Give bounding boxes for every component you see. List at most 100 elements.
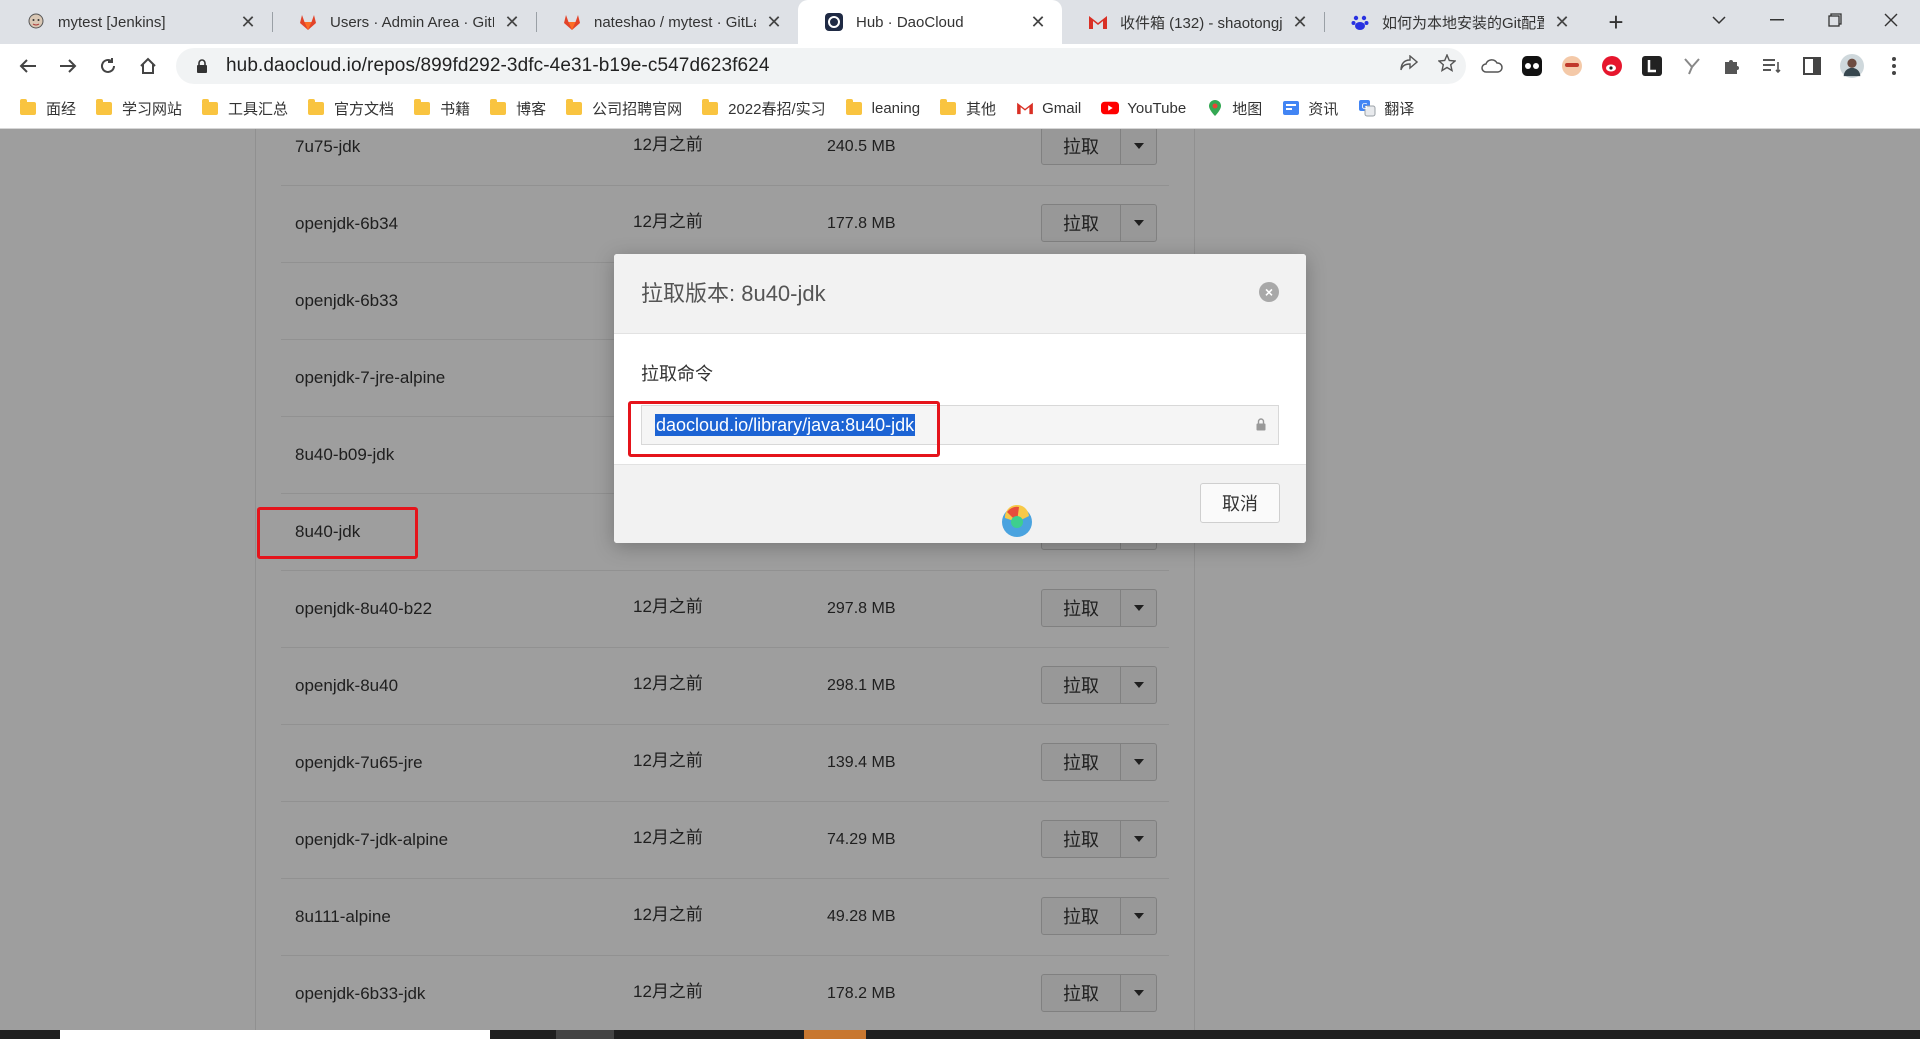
tab-jenkins[interactable]: mytest [Jenkins] ✕ xyxy=(0,0,272,44)
bookmark-label: 学习网站 xyxy=(122,100,183,118)
close-icon[interactable]: ✕ xyxy=(1290,12,1310,33)
restore-icon xyxy=(1828,13,1842,27)
plus-icon: + xyxy=(1608,6,1624,37)
arrow-left-icon xyxy=(19,59,36,73)
browser-toolbar: hub.daocloud.io/repos/899fd292-3dfc-4e31… xyxy=(0,44,1920,88)
tab-baidu[interactable]: 如何为本地安装的Git配置 ✕ xyxy=(1324,0,1586,44)
bookmarks-bar: 面经 学习网站 工具汇总 官方文档 书籍 博客 公司招聘官网 2022春招/实习 leaning… xyxy=(0,88,1920,129)
folder-icon xyxy=(940,98,957,115)
share-icon[interactable] xyxy=(1400,54,1419,77)
address-bar[interactable]: hub.daocloud.io/repos/899fd292-3dfc-4e31… xyxy=(176,48,1466,84)
bookmark-item[interactable]: 博客 xyxy=(490,98,546,119)
bookmark-label: 工具汇总 xyxy=(228,100,289,118)
bookmark-item[interactable]: 地图 xyxy=(1206,98,1262,119)
reload-button[interactable] xyxy=(92,50,124,82)
translate-icon: G xyxy=(1358,99,1376,117)
bookmark-item[interactable]: 面经 xyxy=(20,98,76,119)
bookmark-label: 地图 xyxy=(1232,100,1263,118)
folder-icon xyxy=(566,98,583,115)
tab-daocloud-hub[interactable]: Hub · DaoCloud ✕ xyxy=(798,0,1062,44)
baidu-icon xyxy=(1350,12,1370,32)
folder-icon xyxy=(20,98,36,115)
tab-title: 如何为本地安装的Git配置 xyxy=(1382,14,1544,32)
gmail-icon xyxy=(1016,99,1034,117)
lock-icon xyxy=(1256,418,1266,432)
url-text[interactable]: hub.daocloud.io/repos/899fd292-3dfc-4e31… xyxy=(226,55,770,77)
bookmark-item[interactable]: leaning xyxy=(845,98,920,117)
minimize-button[interactable] xyxy=(1748,0,1806,40)
extension-cloud-icon[interactable] xyxy=(1480,54,1504,78)
floating-assistant-icon[interactable] xyxy=(999,502,1035,538)
dialog-footer: 取消 xyxy=(614,464,1306,543)
taskbar-app[interactable] xyxy=(556,1030,614,1039)
extension-weibo-icon[interactable] xyxy=(1600,54,1624,78)
youtube-icon xyxy=(1101,99,1120,117)
bookmark-item[interactable]: G 翻译 xyxy=(1358,98,1414,119)
bookmark-label: 面经 xyxy=(46,100,77,118)
page-content: 7u75-jdk 12月之前 240.5 MB 拉取 openjdk-6b34 12月之前… xyxy=(0,129,1920,1030)
folder-icon xyxy=(202,98,219,115)
back-button[interactable] xyxy=(12,50,44,82)
close-icon[interactable]: ✕ xyxy=(238,12,258,33)
close-icon[interactable]: ✕ xyxy=(1028,12,1048,33)
tab-title: Users · Admin Area · GitLab xyxy=(330,13,494,31)
bookmark-item[interactable]: 书籍 xyxy=(414,98,470,119)
close-icon[interactable]: ✕ xyxy=(1552,12,1572,33)
taskbar xyxy=(0,1030,1920,1039)
highlight-box xyxy=(257,507,418,559)
gitlab-icon xyxy=(562,12,582,32)
folder-icon xyxy=(845,98,862,115)
tab-title: 收件箱 (132) - shaotongjie xyxy=(1120,14,1282,32)
new-tab-button[interactable]: + xyxy=(1596,0,1636,44)
bookmark-item[interactable]: YouTube xyxy=(1101,99,1186,117)
extension-mask-icon[interactable] xyxy=(1520,54,1544,78)
avatar[interactable] xyxy=(1840,54,1864,78)
bookmark-item[interactable]: 其他 xyxy=(940,98,996,119)
tab-gitlab-mytest[interactable]: nateshao / mytest · GitLab ✕ xyxy=(536,0,798,44)
tab-gitlab-users[interactable]: Users · Admin Area · GitLab ✕ xyxy=(272,0,536,44)
tab-gmail[interactable]: 收件箱 (132) - shaotongjie ✕ xyxy=(1062,0,1324,44)
bookmark-label: Gmail xyxy=(1042,99,1082,117)
taskbar-search-box[interactable] xyxy=(60,1030,490,1039)
bookmark-item[interactable]: 学习网站 xyxy=(96,98,182,119)
gitlab-icon xyxy=(298,12,318,32)
close-icon[interactable]: ✕ xyxy=(764,12,784,33)
browser-tab-strip: mytest [Jenkins] ✕ Users · Admin Area · … xyxy=(0,0,1920,44)
close-icon[interactable]: × xyxy=(1259,282,1279,302)
taskbar-app[interactable] xyxy=(804,1030,866,1039)
extensions-puzzle-icon[interactable] xyxy=(1720,54,1744,78)
home-icon xyxy=(140,57,156,74)
folder-icon xyxy=(490,98,507,115)
pull-command-label: 拉取命令 xyxy=(641,364,713,384)
close-icon[interactable]: ✕ xyxy=(502,12,522,33)
dialog-title: 拉取版本: 8u40-jdk xyxy=(641,281,826,306)
bookmark-item[interactable]: 工具汇总 xyxy=(202,98,288,119)
extension-y-icon[interactable] xyxy=(1680,54,1704,78)
bookmark-item[interactable]: 资讯 xyxy=(1282,98,1338,119)
home-button[interactable] xyxy=(132,50,164,82)
bookmark-item[interactable]: Gmail xyxy=(1016,99,1081,117)
gmail-icon xyxy=(1088,12,1108,32)
forward-button[interactable] xyxy=(52,50,84,82)
cancel-button[interactable]: 取消 xyxy=(1200,483,1280,523)
side-panel-icon[interactable] xyxy=(1800,54,1824,78)
lock-icon[interactable] xyxy=(192,58,212,74)
pull-version-dialog: 拉取版本: 8u40-jdk × 拉取命令 daocloud.io/librar… xyxy=(614,254,1306,543)
bookmark-item[interactable]: 官方文档 xyxy=(308,98,394,119)
folder-icon xyxy=(702,98,719,115)
more-menu-icon[interactable] xyxy=(1882,54,1906,78)
extension-face-icon[interactable] xyxy=(1560,54,1584,78)
bookmark-label: 2022春招/实习 xyxy=(728,100,826,118)
bookmark-item[interactable]: 2022春招/实习 xyxy=(702,98,826,119)
tab-title: Hub · DaoCloud xyxy=(856,13,964,31)
bookmark-star-icon[interactable] xyxy=(1437,53,1457,78)
tab-search-button[interactable] xyxy=(1690,0,1748,40)
bookmark-item[interactable]: 公司招聘官网 xyxy=(566,98,682,119)
highlight-box xyxy=(628,401,940,457)
bookmark-label: 公司招聘官网 xyxy=(592,100,683,118)
close-window-button[interactable] xyxy=(1862,0,1920,40)
extension-l-icon[interactable] xyxy=(1640,54,1664,78)
restore-button[interactable] xyxy=(1806,0,1864,40)
reading-list-icon[interactable] xyxy=(1760,54,1784,78)
arrow-right-icon xyxy=(60,59,77,73)
